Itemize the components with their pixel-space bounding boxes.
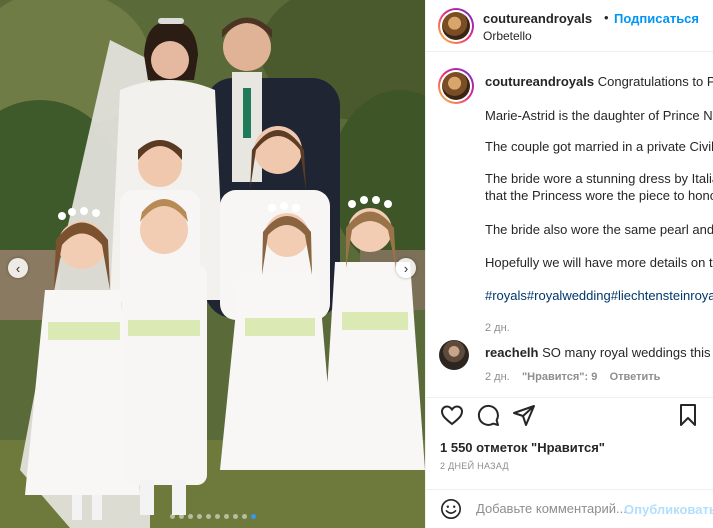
caption-paragraph: Marie-Astrid is the daughter of Prince N… [485, 108, 713, 123]
add-comment-bar: Опубликовать [426, 489, 713, 528]
carousel-indicator [0, 514, 425, 519]
caption-hashtags[interactable]: #royals#royalwedding#liechtensteinroyals [485, 288, 713, 303]
carousel-next-button[interactable]: › [396, 258, 416, 278]
carousel-dot [214, 514, 220, 519]
chevron-left-icon: ‹ [15, 260, 21, 276]
post-actions: 1 550 отметок "Нравится" 2 ДНЕЙ НАЗАД [426, 397, 713, 481]
comments-list[interactable]: coutureandroyals Congratulations to Prin… [426, 53, 713, 397]
instagram-post-view: ‹ › coutureandroyals • Подписаться Orbet… [0, 0, 713, 528]
chevron-right-icon: › [403, 260, 409, 276]
commenter-avatar[interactable] [439, 340, 469, 370]
comment-likes-link[interactable]: "Нравится": 9 [522, 371, 597, 383]
carousel-dot [241, 514, 247, 519]
header-separator: • [604, 10, 609, 25]
caption-text: Congratulations to Prin [597, 74, 713, 89]
comment-text: SO many royal weddings this yea [542, 345, 713, 360]
share-icon[interactable] [512, 403, 536, 427]
author-username-link[interactable]: coutureandroyals [483, 11, 592, 26]
post-timestamp[interactable]: 2 ДНЕЙ НАЗАД [440, 461, 509, 471]
post-header: coutureandroyals • Подписаться Orbetello [426, 0, 713, 52]
carousel-dot [169, 514, 175, 519]
carousel-dot [187, 514, 193, 519]
carousel-dot [223, 514, 229, 519]
comment-reply-button[interactable]: Ответить [610, 371, 661, 383]
commenter-username-link[interactable]: reachelh [485, 345, 538, 360]
caption-paragraph: Hopefully we will have more details on t… [485, 255, 713, 270]
caption-paragraph: that the Princess wore the piece to hono… [485, 188, 713, 203]
bookmark-icon[interactable] [676, 403, 700, 427]
carousel-dot [205, 514, 211, 519]
caption-paragraph: The bride also wore the same pearl and d… [485, 222, 713, 237]
author-avatar[interactable] [438, 8, 474, 44]
post-side-panel: coutureandroyals • Подписаться Orbetello… [425, 0, 713, 528]
heart-icon[interactable] [440, 403, 464, 427]
post-photo[interactable]: ‹ › [0, 0, 425, 528]
caption-paragraph: The couple got married in a private Civi… [485, 139, 713, 154]
comment-age: 2 дн. [485, 371, 510, 383]
post-comment-button[interactable]: Опубликовать [624, 502, 713, 517]
carousel-dot [178, 514, 184, 519]
location-link[interactable]: Orbetello [483, 29, 532, 43]
carousel-prev-button[interactable]: ‹ [8, 258, 28, 278]
wedding-photo-illustration [0, 0, 425, 528]
caption-age: 2 дн. [485, 322, 510, 334]
comment-row: reachelh SO many royal weddings this yea [485, 345, 713, 360]
carousel-dot [232, 514, 238, 519]
avatar-image [442, 12, 470, 40]
emoji-icon[interactable] [440, 498, 462, 520]
caption-username-link[interactable]: coutureandroyals [485, 74, 594, 89]
comment-icon[interactable] [476, 403, 500, 427]
carousel-dot-active [250, 514, 256, 519]
caption-first-line: coutureandroyals Congratulations to Prin [485, 74, 713, 89]
avatar-image [442, 72, 470, 100]
follow-button[interactable]: Подписаться [614, 11, 699, 26]
likes-count[interactable]: 1 550 отметок "Нравится" [440, 440, 605, 455]
caption-author-avatar[interactable] [438, 68, 474, 104]
comment-input[interactable] [476, 501, 626, 516]
caption-paragraph: The bride wore a stunning dress by Itali… [485, 171, 713, 186]
comment-meta: 2 дн. "Нравится": 9 Ответить [485, 371, 660, 383]
carousel-dot [196, 514, 202, 519]
